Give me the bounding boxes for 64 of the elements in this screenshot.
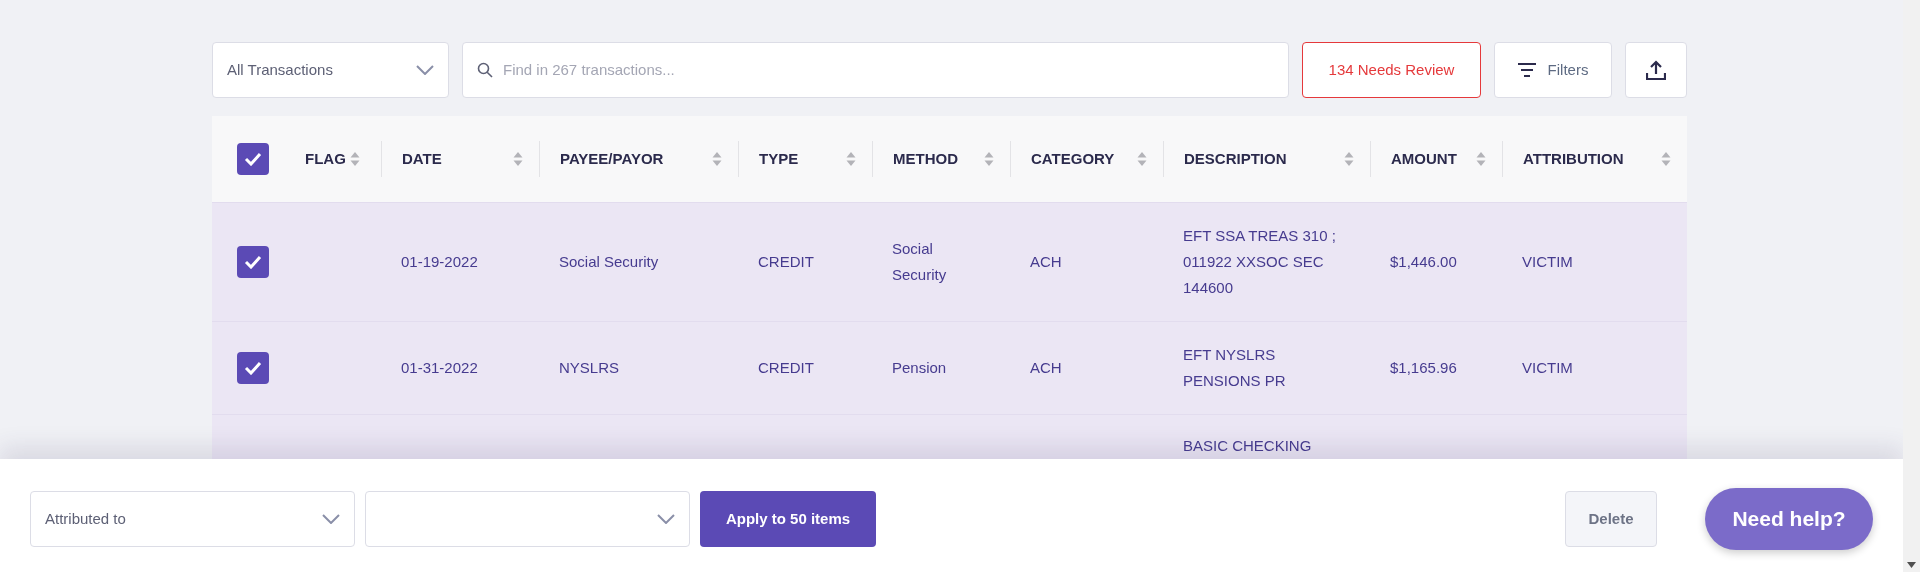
column-header[interactable]: METHOD xyxy=(893,147,958,171)
help-button[interactable]: Need help? xyxy=(1705,488,1873,550)
select-placeholder: Attributed to xyxy=(45,508,126,529)
sort-icon[interactable] xyxy=(349,151,360,167)
column-header[interactable]: PAYEE/PAYOR xyxy=(560,147,664,171)
table-cell-text: BASIC CHECKING xyxy=(1183,436,1313,456)
sort-icon[interactable] xyxy=(984,151,994,167)
sort-icon[interactable] xyxy=(846,151,856,167)
chevron-down-icon xyxy=(322,514,340,524)
check-icon xyxy=(244,255,262,269)
scrollbar[interactable] xyxy=(1903,0,1920,572)
apply-button[interactable]: Apply to 50 items xyxy=(700,491,876,547)
select-value: All Transactions xyxy=(227,59,333,80)
check-icon xyxy=(244,361,262,375)
sort-icon[interactable] xyxy=(1661,151,1671,167)
search-field[interactable]: Find in 267 transactions... xyxy=(462,42,1289,98)
search-icon xyxy=(477,62,493,78)
table-cell-text: VICTIM xyxy=(1522,358,1574,378)
view-select[interactable]: All Transactions xyxy=(212,42,449,98)
column-header[interactable]: CATEGORY xyxy=(1031,147,1115,171)
table-cell-text: $1,446.00 xyxy=(1390,252,1458,272)
check-icon xyxy=(244,152,262,166)
upload-button[interactable] xyxy=(1625,42,1687,98)
column-header[interactable]: AMOUNT xyxy=(1391,147,1457,171)
table-cell-text: NYSLRS xyxy=(559,358,621,378)
checkbox[interactable] xyxy=(237,143,269,175)
table-cell-text: CREDIT xyxy=(758,358,815,378)
table-cell-text: ACH xyxy=(1030,358,1063,378)
table-cell-text: ACH xyxy=(1030,252,1063,272)
column-header[interactable]: ATTRIBUTION xyxy=(1523,147,1624,171)
table-cell-text: EFT NYSLRS PENSIONS PR xyxy=(1183,345,1287,391)
table-cell-text: Social Security xyxy=(892,239,948,285)
table-cell-text: CREDIT xyxy=(758,252,815,272)
checkbox[interactable] xyxy=(237,352,269,384)
sort-icon[interactable] xyxy=(712,151,722,167)
table-cell-text: 01-19-2022 xyxy=(401,252,479,272)
table-cell-text: Social Security xyxy=(559,252,660,272)
filter-icon xyxy=(1517,63,1536,77)
table-cell-text: EFT SSA TREAS 310 ; 011922 XXSOC SEC 144600 xyxy=(1183,226,1337,298)
table-cell-text: 01-31-2022 xyxy=(401,358,479,378)
delete-button[interactable]: Delete xyxy=(1565,491,1657,547)
column-header[interactable]: DESCRIPTION xyxy=(1184,147,1287,171)
sort-icon[interactable] xyxy=(1344,151,1354,167)
checkbox[interactable] xyxy=(237,246,269,278)
filters-button[interactable]: Filters xyxy=(1494,42,1612,98)
chevron-down-icon xyxy=(657,514,675,524)
table-cell-text: VICTIM xyxy=(1522,252,1574,272)
table-row[interactable]: 01-19-2022 Social Security CREDIT Social Security ACH EFT SSA TREAS 310 ; 011922 XXSOC SEC 144600 $1,446.00 VICTIM xyxy=(212,202,1687,321)
scroll-down-icon[interactable] xyxy=(1907,562,1916,568)
needs-review-button[interactable]: 134 Needs Review xyxy=(1302,42,1481,98)
chevron-down-icon xyxy=(416,65,434,75)
sort-icon[interactable] xyxy=(1476,151,1486,167)
attribution-select[interactable]: Attributed to xyxy=(30,491,355,547)
sort-icon[interactable] xyxy=(513,151,523,167)
column-header[interactable]: TYPE xyxy=(759,147,799,171)
upload-icon xyxy=(1646,60,1666,80)
table-cell-text: $1,165.96 xyxy=(1390,358,1458,378)
column-header[interactable]: DATE xyxy=(402,147,442,171)
table-row[interactable]: 01-31-2022 NYSLRS CREDIT Pension ACH EFT NYSLRS PENSIONS PR $1,165.96 VICTIM xyxy=(212,321,1687,414)
column-header[interactable]: FLAG xyxy=(305,147,346,171)
value-select[interactable] xyxy=(365,491,690,547)
table-row[interactable]: BASIC CHECKING xyxy=(212,414,1687,459)
sort-icon[interactable] xyxy=(1137,151,1147,167)
table-cell-text: Pension xyxy=(892,358,948,378)
